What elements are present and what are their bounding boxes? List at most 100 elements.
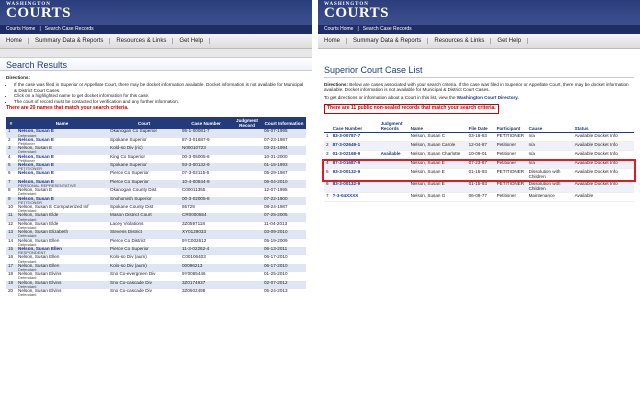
status-cell[interactable]: Available Docket Info	[572, 132, 634, 142]
directions-text: Below are cases associated with your sea…	[324, 82, 629, 93]
judgment-cell	[232, 129, 262, 138]
nav-get-help[interactable]: Get Help	[491, 38, 529, 44]
directions-label: Directions:	[324, 82, 348, 87]
directions-block: Directions: Below are cases associated w…	[318, 78, 640, 120]
name-cell: Nelson, Susan C	[408, 132, 467, 142]
nav-resources[interactable]: Resources & Links	[428, 38, 492, 44]
col-status[interactable]: Status	[572, 119, 634, 133]
case-number-link[interactable]: ?-3-04XXXX	[330, 192, 379, 203]
col-cause[interactable]: Cause	[526, 119, 573, 133]
nav-summary-data[interactable]: Summary Data & Reports	[347, 38, 429, 44]
judgment-cell	[232, 163, 262, 172]
court-directory-link[interactable]: Washington Court Directory.	[457, 95, 519, 100]
participant-cell: Petitioner	[494, 192, 527, 203]
file-date-cell: 06-09-77	[466, 192, 495, 203]
nav-home[interactable]: Home	[0, 38, 30, 44]
col-case-number[interactable]: Case Number	[330, 119, 379, 133]
name-cell: Nelson, Susan Carole	[408, 141, 467, 152]
spacer	[0, 49, 312, 57]
judgment-records-cell[interactable]	[378, 192, 409, 203]
crumb-courts-home[interactable]: Courts Home	[324, 26, 353, 33]
spacer	[318, 49, 640, 63]
court-info-cell: 05-24-2013	[264, 288, 288, 294]
main-nav: Home Summary Data & Reports Resources & …	[0, 34, 312, 49]
directions-label: Directions:	[6, 75, 30, 80]
result-count-message: There are 11 public non-sealed records t…	[324, 104, 499, 114]
case-number-cell: 3Z0502498	[182, 288, 206, 294]
person-name[interactable]: Nelson, Susan E	[18, 171, 106, 176]
party-role: Defendant	[18, 292, 37, 298]
table-row: 20 Nelson, Susan Elvins Defendant Sno Co-ca…	[6, 288, 306, 298]
judgment-records-cell[interactable]	[378, 180, 409, 193]
result-count-message: There are 20 names that match your searc…	[6, 105, 129, 112]
washington-courts-logo[interactable]: WASHINGTON COURTS	[6, 2, 71, 21]
washington-courts-logo[interactable]: WASHINGTON COURTS	[324, 2, 389, 21]
judgment-cell	[232, 138, 262, 146]
judgment-cell	[232, 213, 262, 222]
table-row[interactable]: 7 ?-3-04XXXX Nelson, Susan G 06-09-77 Petiti…	[324, 192, 634, 203]
judgment-cell	[232, 205, 262, 213]
nav-resources[interactable]: Resources & Links	[110, 38, 174, 44]
status-cell[interactable]: Available Docket Info	[572, 180, 634, 193]
judgment-cell	[232, 196, 262, 205]
judgment-records-cell[interactable]	[378, 132, 409, 142]
page-title: Superior Court Case List	[318, 63, 640, 77]
contact-text: To get directions or information about a…	[324, 94, 457, 100]
header-band: WASHINGTON COURTS	[318, 0, 640, 25]
participant-cell: Petitioner	[494, 141, 527, 152]
table-row[interactable]: 2 87-3-02649-1 Nelson, Susan Carole 12-04-8…	[324, 141, 634, 152]
status-cell[interactable]: Available Docket Info	[572, 141, 634, 152]
name-cell: Nelson, Susan Elvins Defendant	[16, 288, 108, 298]
file-date-cell: 03-18-83	[466, 132, 495, 142]
table-row[interactable]: 1 83-3-00787-7 Nelson, Susan C 03-18-83 PETI…	[324, 132, 634, 142]
main-nav: Home Summary Data & Reports Resources & …	[318, 34, 640, 49]
nav-home[interactable]: Home	[318, 38, 348, 44]
judgment-cell	[232, 222, 262, 230]
judgment-cell	[232, 247, 262, 256]
direction-item: If the case was filed in Superior or App…	[14, 82, 306, 93]
case-number-link[interactable]: 87-3-02649-1	[330, 141, 379, 152]
judgment-cell	[232, 255, 262, 263]
cause-cell: n/a	[526, 141, 573, 152]
col-name[interactable]: Name	[408, 119, 467, 133]
judgment-cell	[232, 230, 262, 239]
file-date-cell: 12-04-87	[466, 141, 495, 152]
breadcrumb: Courts Home | Search Case Records	[0, 25, 312, 34]
breadcrumb: Courts Home | Search Case Records	[318, 25, 640, 34]
header-band: WASHINGTON COURTS	[0, 0, 312, 25]
logo-main-text: COURTS	[324, 5, 389, 21]
judgment-cell	[232, 263, 262, 273]
logo-main-text: COURTS	[6, 5, 71, 21]
participant-cell: PETITIONER	[494, 180, 527, 193]
col-judgment-records[interactable]: Judgment Records	[378, 119, 409, 133]
direction-item: The court of record must be contacted fo…	[14, 99, 306, 104]
crumb-search-case-records[interactable]: Search Case Records	[363, 26, 412, 33]
status-cell[interactable]: Available	[572, 192, 634, 203]
cause-cell: Maintenance	[526, 192, 573, 203]
col-judgment-record[interactable]: Judgment Record	[232, 117, 262, 130]
crumb-courts-home[interactable]: Courts Home	[6, 26, 35, 33]
judgment-cell	[232, 155, 262, 163]
page-title: Search Results	[0, 57, 312, 71]
judgment-cell	[232, 239, 262, 247]
col-participant[interactable]: Participant	[494, 119, 527, 133]
cause-cell: n/a	[526, 132, 573, 142]
nav-summary-data[interactable]: Summary Data & Reports	[29, 38, 111, 44]
case-number-link[interactable]: 83-3-00787-7	[330, 132, 379, 142]
table-row[interactable]: 6 83-3-00132-9 Nelson, Susan E 01-15-93 PETI…	[324, 180, 634, 193]
cause-cell: Dissolution with Children	[526, 180, 573, 193]
judgment-cell	[232, 280, 262, 290]
judgment-cell	[232, 272, 262, 280]
court-cell: Sno Co-cascade Div	[110, 288, 152, 294]
row-number: 20	[8, 288, 14, 294]
file-date-cell: 01-15-93	[466, 180, 495, 193]
case-number-link[interactable]: 83-3-00132-9	[330, 180, 379, 193]
col-file-date[interactable]: File Date	[466, 119, 495, 133]
judgment-cell	[232, 179, 262, 189]
judgment-records-cell[interactable]	[378, 141, 409, 152]
judgment-cell	[232, 289, 262, 297]
results-table: # Name Court Case Number Judgment Record…	[6, 117, 306, 297]
name-cell: Nelson, Susan G	[408, 192, 467, 203]
crumb-search-case-records[interactable]: Search Case Records	[45, 26, 94, 33]
nav-get-help[interactable]: Get Help	[173, 38, 211, 44]
